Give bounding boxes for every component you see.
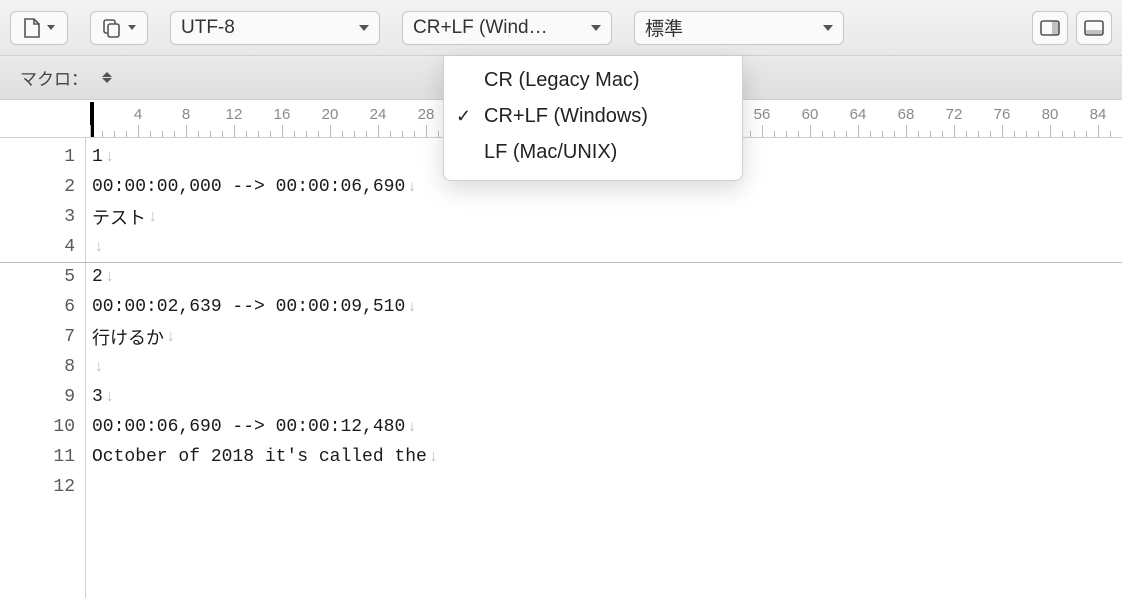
newline-marker-icon: ↓ (148, 208, 158, 226)
line-number: 6 (0, 292, 85, 322)
editor-line[interactable]: 3↓ (86, 382, 1122, 412)
line-text: 1 (92, 147, 103, 167)
line-text: 00:00:06,690 --> 00:00:12,480 (92, 417, 405, 437)
line-text: 2 (92, 267, 103, 287)
line-number: 9 (0, 382, 85, 412)
copy-icon (102, 18, 122, 38)
encoding-label: UTF-8 (181, 17, 351, 39)
toolbar: UTF-8 CR+LF (Wind… 標準 (0, 0, 1122, 56)
newline-marker-icon: ↓ (407, 178, 417, 196)
editor-line[interactable]: 00:00:06,690 --> 00:00:12,480↓ (86, 412, 1122, 442)
chevron-down-icon (47, 25, 55, 30)
line-number: 11 (0, 442, 85, 472)
line-number: 5 (0, 262, 85, 292)
chevron-down-icon (128, 25, 136, 30)
line-ending-option[interactable]: CR (Legacy Mac) (444, 62, 742, 98)
menu-item-label: CR+LF (Windows) (484, 105, 648, 128)
editor-line[interactable] (86, 472, 1122, 502)
toggle-bottom-panel-button[interactable] (1076, 11, 1112, 45)
chevron-down-icon (359, 25, 369, 31)
macro-sort-toggle[interactable] (102, 72, 112, 83)
line-number: 2 (0, 172, 85, 202)
toggle-sidebar-button[interactable] (1032, 11, 1068, 45)
syntax-label: 標準 (645, 14, 815, 41)
ruler-number: 84 (1090, 106, 1107, 123)
line-number: 12 (0, 472, 85, 502)
newline-marker-icon: ↓ (105, 388, 115, 406)
sort-down-icon (102, 78, 112, 83)
line-text: 00:00:00,000 --> 00:00:06,690 (92, 177, 405, 197)
editor-line[interactable]: テスト↓ (86, 202, 1122, 232)
ruler-number: 4 (134, 106, 142, 123)
syntax-dropdown[interactable]: 標準 (634, 11, 844, 45)
newline-marker-icon: ↓ (407, 418, 417, 436)
sort-up-icon (102, 72, 112, 77)
encoding-dropdown[interactable]: UTF-8 (170, 11, 380, 45)
macro-label: マクロ： (20, 65, 88, 90)
editor[interactable]: 123456789101112 1↓00:00:00,000 --> 00:00… (0, 138, 1122, 598)
line-number: 8 (0, 352, 85, 382)
panel-bottom-icon (1084, 20, 1104, 36)
newline-marker-icon: ↓ (94, 358, 104, 376)
ruler-number: 12 (226, 106, 243, 123)
line-text: October of 2018 it's called the (92, 447, 427, 467)
document-icon (23, 18, 41, 38)
newline-marker-icon: ↓ (166, 328, 176, 346)
line-number: 10 (0, 412, 85, 442)
check-icon: ✓ (456, 106, 471, 127)
line-ending-label: CR+LF (Wind… (413, 17, 583, 39)
editor-content[interactable]: 1↓00:00:00,000 --> 00:00:06,690↓テスト↓↓2↓0… (86, 138, 1122, 598)
ruler-number: 24 (370, 106, 387, 123)
line-ending-menu: CR (Legacy Mac) ✓ CR+LF (Windows) LF (Mac/U… (443, 56, 743, 181)
line-number: 3 (0, 202, 85, 232)
newline-marker-icon: ↓ (94, 238, 104, 256)
line-ending-option[interactable]: LF (Mac/UNIX) (444, 134, 742, 170)
ruler-number: 16 (274, 106, 291, 123)
ruler-number: 80 (1042, 106, 1059, 123)
ruler-number: 20 (322, 106, 339, 123)
editor-inner-divider (0, 262, 1122, 263)
line-number: 4 (0, 232, 85, 262)
chevron-down-icon (823, 25, 833, 31)
editor-line[interactable]: ↓ (86, 232, 1122, 262)
new-document-button[interactable] (10, 11, 68, 45)
newline-marker-icon: ↓ (429, 448, 439, 466)
line-number-gutter: 123456789101112 (0, 138, 86, 598)
editor-line[interactable]: 00:00:02,639 --> 00:00:09,510↓ (86, 292, 1122, 322)
editor-line[interactable]: October of 2018 it's called the↓ (86, 442, 1122, 472)
copy-button[interactable] (90, 11, 148, 45)
newline-marker-icon: ↓ (105, 148, 115, 166)
ruler-number: 68 (898, 106, 915, 123)
ruler-number: 72 (946, 106, 963, 123)
editor-line[interactable]: 行けるか↓ (86, 322, 1122, 352)
line-number: 7 (0, 322, 85, 352)
line-number: 1 (0, 142, 85, 172)
line-text: テスト (92, 204, 146, 230)
menu-item-label: LF (Mac/UNIX) (484, 141, 617, 164)
ruler-number: 8 (182, 106, 190, 123)
ruler-number: 60 (802, 106, 819, 123)
sidebar-right-icon (1040, 20, 1060, 36)
newline-marker-icon: ↓ (407, 298, 417, 316)
chevron-down-icon (591, 25, 601, 31)
line-ending-option[interactable]: ✓ CR+LF (Windows) (444, 98, 742, 134)
line-text: 00:00:02,639 --> 00:00:09,510 (92, 297, 405, 317)
ruler-number: 28 (418, 106, 435, 123)
line-ending-dropdown[interactable]: CR+LF (Wind… (402, 11, 612, 45)
ruler-number: 56 (754, 106, 771, 123)
editor-line[interactable]: ↓ (86, 352, 1122, 382)
ruler-number: 64 (850, 106, 867, 123)
line-text: 3 (92, 387, 103, 407)
ruler-number: 76 (994, 106, 1011, 123)
editor-line[interactable]: 2↓ (86, 262, 1122, 292)
menu-item-label: CR (Legacy Mac) (484, 69, 640, 92)
newline-marker-icon: ↓ (105, 268, 115, 286)
line-text: 行けるか (92, 324, 164, 350)
